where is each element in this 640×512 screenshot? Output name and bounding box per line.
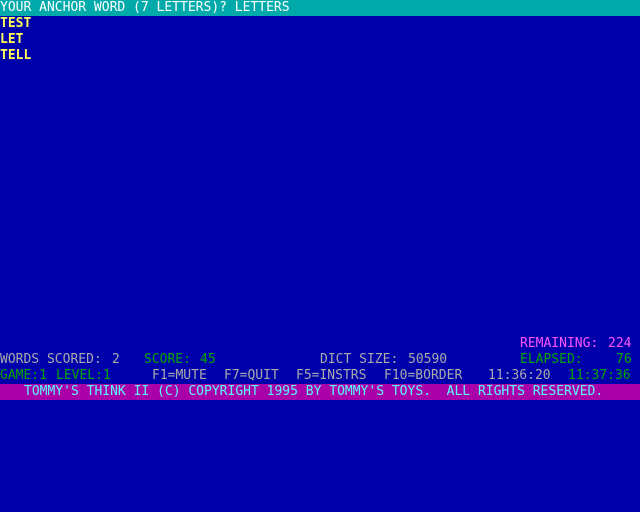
f1-mute-key[interactable]: F1=MUTE bbox=[152, 368, 207, 384]
score-row: WORDS SCORED: 2 SCORE: 45 DICT SIZE: 505… bbox=[0, 352, 640, 368]
f10-border-key[interactable]: F10=BORDER bbox=[384, 368, 462, 384]
dict-size-label: DICT SIZE: bbox=[320, 352, 399, 367]
remaining-value: 224 bbox=[608, 336, 632, 351]
anchor-word-prompt-bar[interactable]: YOUR ANCHOR WORD (7 LETTERS)? LETTERS bbox=[0, 0, 640, 16]
controls-row: GAME:1 LEVEL:1 F1=MUTE F7=QUIT F5=INSTRS… bbox=[0, 368, 640, 384]
word-entry: TELL bbox=[0, 48, 32, 63]
level-number: LEVEL:1 bbox=[56, 368, 111, 383]
elapsed-label: ELAPSED: bbox=[520, 352, 583, 367]
start-time: 11:36:20 bbox=[488, 368, 551, 383]
words-scored-label: WORDS SCORED: bbox=[0, 352, 102, 367]
f5-instructions-key[interactable]: F5=INSTRS bbox=[296, 368, 366, 384]
copyright-bar: TOMMY'S THINK II (C) COPYRIGHT 1995 BY T… bbox=[0, 384, 640, 400]
remaining-label: REMAINING: bbox=[520, 336, 599, 351]
word-entry: TEST bbox=[0, 16, 32, 31]
f7-quit-key[interactable]: F7=QUIT bbox=[224, 368, 279, 384]
score-label: SCORE: bbox=[144, 352, 191, 367]
words-scored-value: 2 bbox=[112, 352, 120, 367]
copyright-text: TOMMY'S THINK II (C) COPYRIGHT 1995 BY T… bbox=[24, 384, 604, 399]
anchor-word-prompt: YOUR ANCHOR WORD (7 LETTERS)? LETTERS bbox=[0, 0, 290, 15]
word-entry: LET bbox=[0, 32, 24, 47]
dict-size-value: 50590 bbox=[408, 352, 448, 367]
elapsed-value: 76 bbox=[616, 352, 632, 367]
score-value: 45 bbox=[200, 352, 216, 367]
game-number: GAME:1 bbox=[0, 368, 47, 383]
remaining-row: REMAINING: 224 bbox=[0, 336, 640, 352]
current-time: 11:37:36 bbox=[568, 368, 631, 383]
